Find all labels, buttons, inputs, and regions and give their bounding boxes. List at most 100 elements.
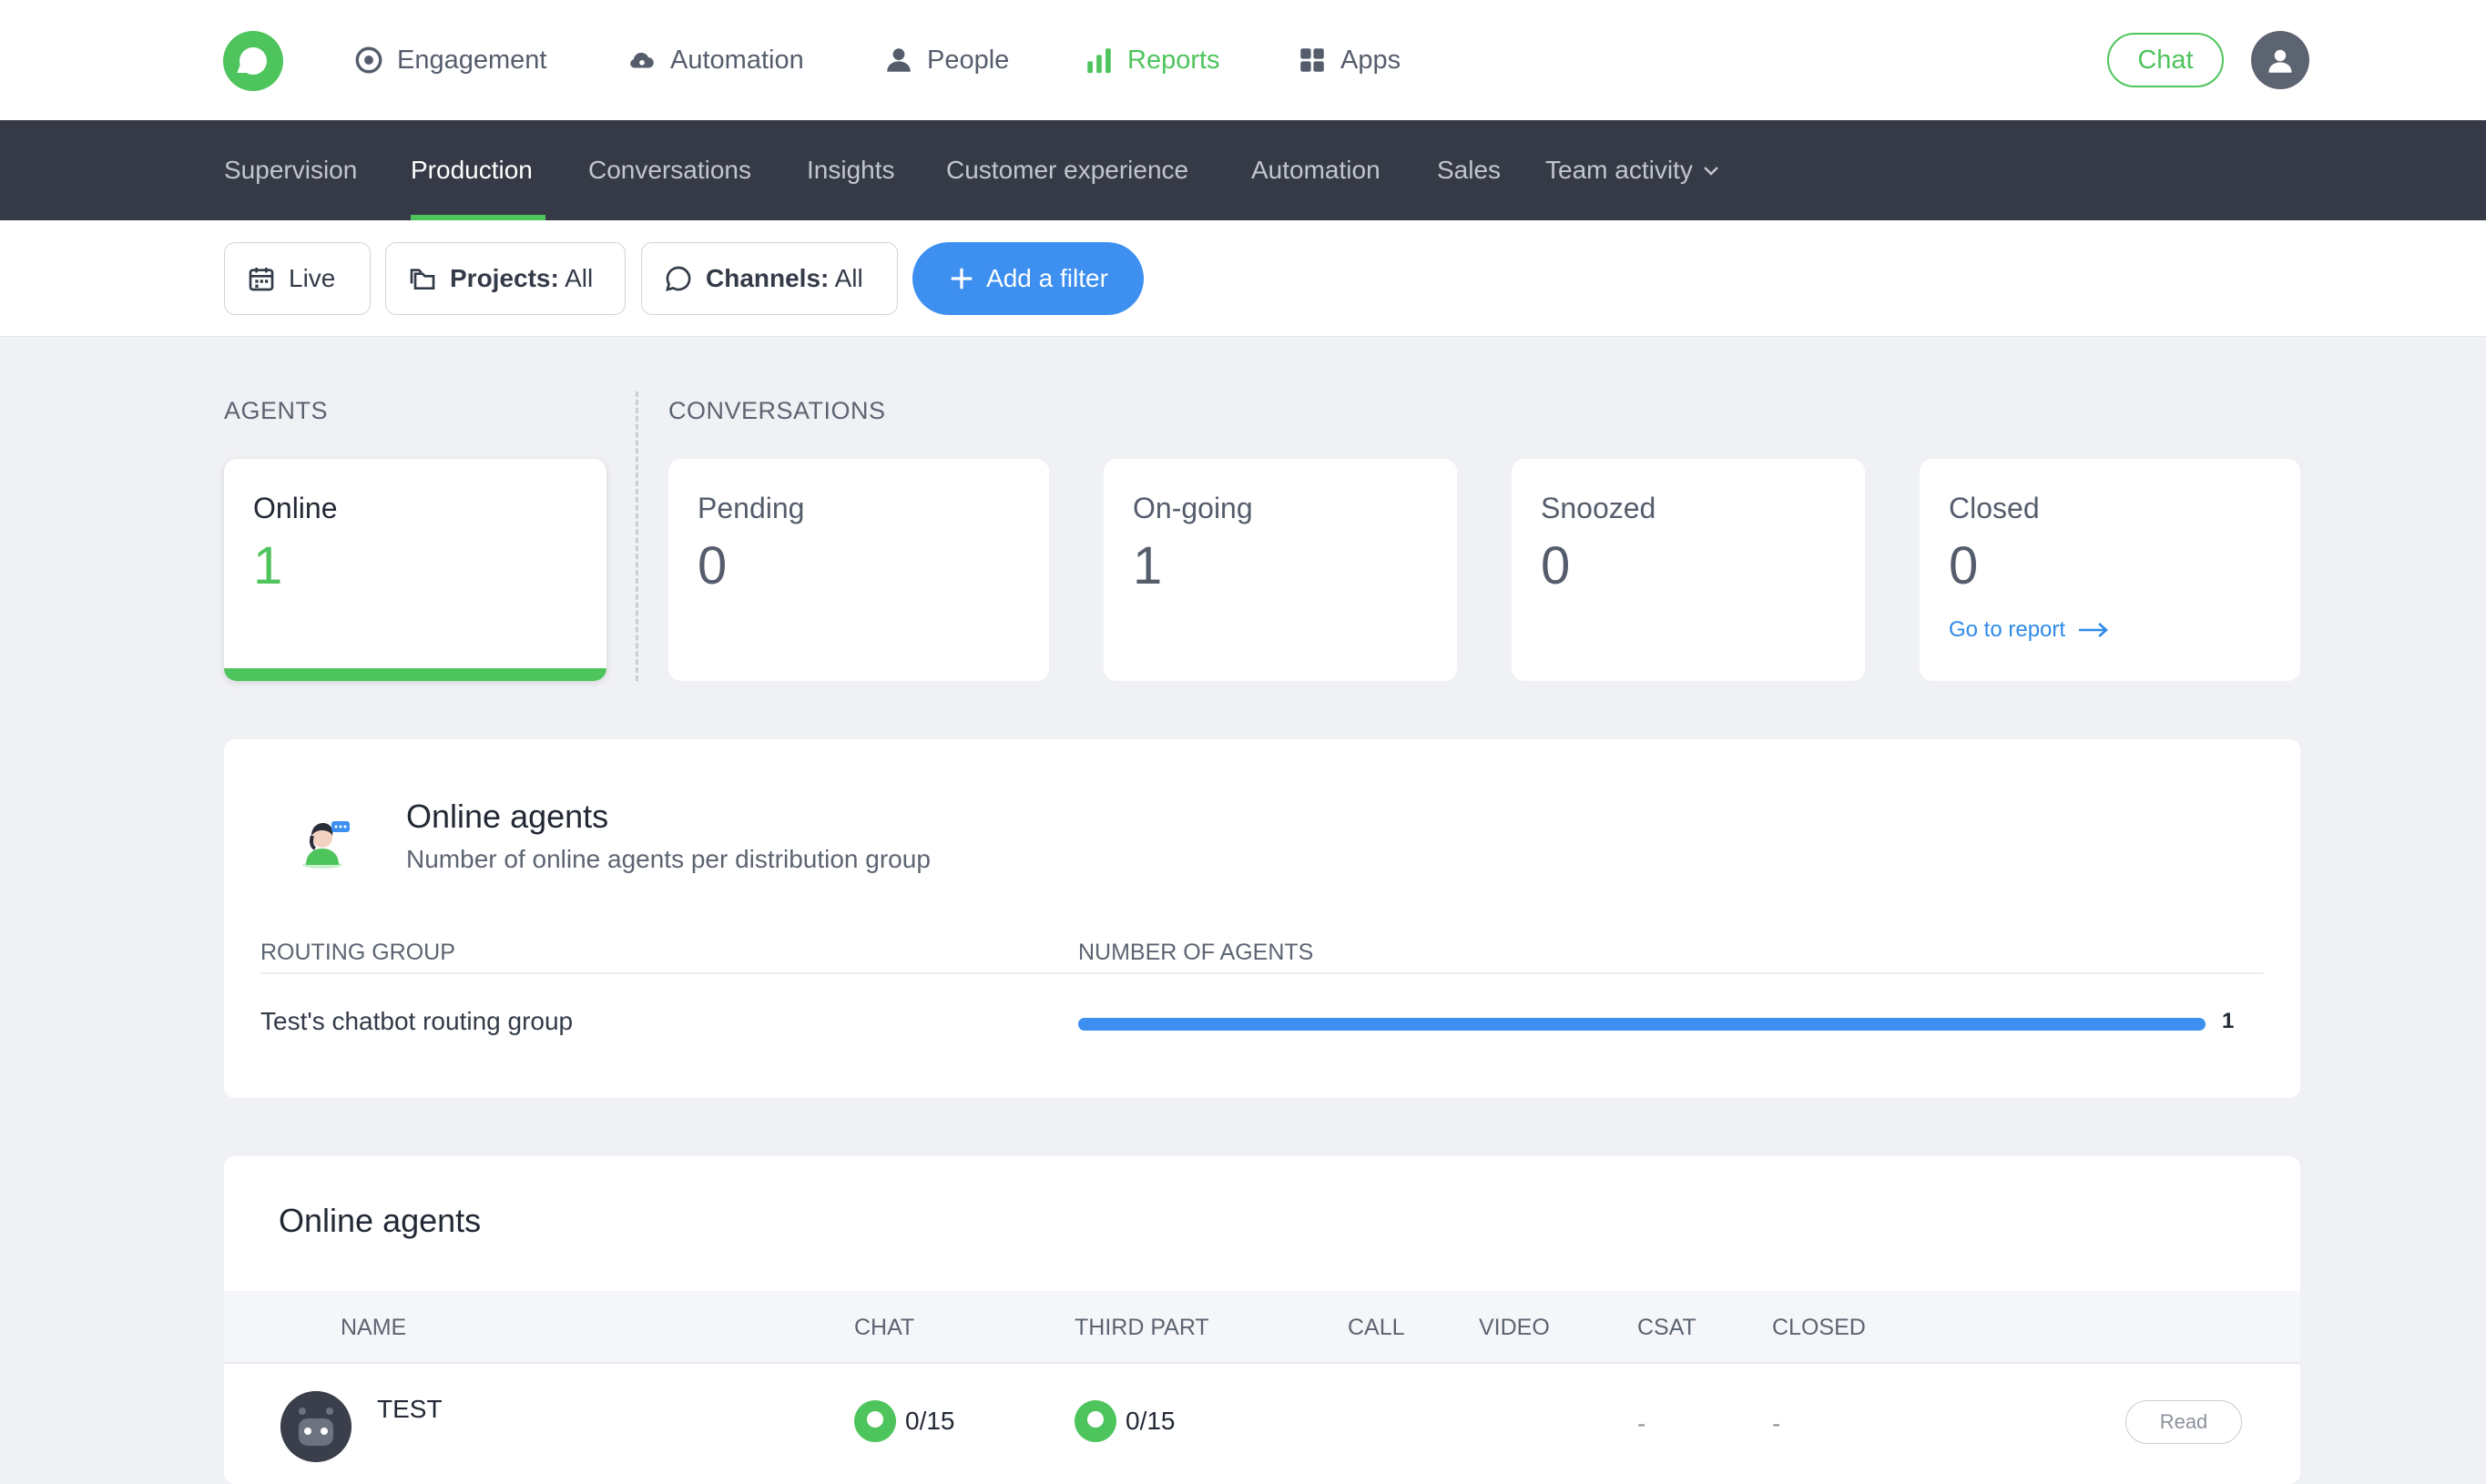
top-navigation-bar: Engagement Automation People Reports App… — [0, 0, 2486, 120]
bot-icon — [280, 1391, 352, 1462]
subnav-insights[interactable]: Insights — [807, 120, 895, 220]
routing-group-name: Test's chatbot routing group — [260, 1007, 574, 1035]
agent-illustration-icon — [302, 821, 350, 869]
nav-reports-label: Reports — [1127, 45, 1220, 75]
ongoing-card[interactable]: On-going 1 — [1104, 459, 1457, 681]
online-agents-table-panel: Online agents NAME CHAT THIRD PART CALL … — [224, 1156, 2300, 1484]
agents-table-title: Online agents — [279, 1202, 482, 1239]
snoozed-card[interactable]: Snoozed 0 — [1512, 459, 1865, 681]
nav-reports[interactable]: Reports — [1084, 0, 1220, 120]
reports-subnav: Supervision Production Conversations Ins… — [0, 120, 2486, 220]
grid-icon — [1300, 48, 1324, 72]
subnav-conversations[interactable]: Conversations — [588, 120, 751, 220]
user-icon — [2268, 49, 2292, 73]
chevron-down-icon — [1703, 167, 1718, 176]
routing-group-header: ROUTING GROUP — [260, 940, 455, 965]
th-call[interactable]: CALL — [1348, 1315, 1405, 1341]
selected-card-indicator — [224, 668, 606, 681]
subnav-team-activity[interactable]: Team activity — [1545, 120, 1722, 220]
subnav-automation[interactable]: Automation — [1251, 120, 1381, 220]
snoozed-card-value: 0 — [1541, 536, 1571, 595]
subnav-customer-experience[interactable]: Customer experience — [946, 120, 1188, 220]
header-divider — [260, 972, 2264, 974]
th-third-party[interactable]: THIRD PART — [1075, 1315, 1209, 1341]
nav-engagement[interactable]: Engagement — [353, 0, 546, 120]
agents-bar-track — [1078, 1018, 2206, 1031]
calendar-icon — [249, 268, 274, 291]
agent-name[interactable]: TEST — [377, 1395, 443, 1424]
online-agents-groups-panel: Online agents Number of online agents pe… — [224, 739, 2300, 1098]
chat-capacity: 0/15 — [854, 1400, 955, 1442]
target-icon — [355, 46, 382, 74]
online-card-value: 1 — [253, 536, 283, 595]
avatar — [280, 1391, 352, 1462]
nav-engagement-label: Engagement — [397, 45, 547, 75]
pending-card-title: Pending — [698, 492, 805, 524]
projects-filter-button[interactable]: Projects: All — [385, 242, 626, 315]
chat-bubble-icon — [666, 266, 691, 291]
subnav-supervision[interactable]: Supervision — [224, 120, 357, 220]
bar-chart-icon — [1087, 48, 1111, 74]
person-icon — [887, 48, 911, 72]
ongoing-card-value: 1 — [1133, 536, 1163, 595]
number-of-agents-header: NUMBER OF AGENTS — [1078, 940, 1314, 965]
closed-card[interactable]: Closed 0 Go to report — [1920, 459, 2300, 681]
add-filter-label: Add a filter — [986, 264, 1108, 292]
live-filter-label: Live — [289, 264, 336, 292]
go-to-report-label: Go to report — [1949, 617, 2066, 642]
th-csat[interactable]: CSAT — [1637, 1315, 1696, 1341]
user-avatar[interactable] — [2251, 31, 2309, 89]
ongoing-card-title: On-going — [1133, 492, 1253, 524]
pending-card[interactable]: Pending 0 — [668, 459, 1049, 681]
online-groups-subtitle: Number of online agents per distribution… — [406, 845, 931, 873]
channels-filter-value: All — [834, 264, 863, 292]
subnav-sales[interactable]: Sales — [1437, 120, 1501, 220]
arrow-right-icon — [2079, 623, 2109, 637]
nav-automation[interactable]: Automation — [627, 0, 804, 120]
chat-button[interactable]: Chat — [2107, 33, 2224, 87]
third-party-capacity-value: 0/15 — [1126, 1407, 1176, 1435]
filter-bar: Live Projects: All Channels: All Add a f… — [0, 220, 2486, 337]
pending-card-value: 0 — [698, 536, 728, 595]
th-name[interactable]: NAME — [341, 1315, 406, 1341]
subnav-team-activity-label: Team activity — [1545, 156, 1693, 184]
closed-value: - — [1772, 1409, 1781, 1438]
agents-table-header: NAME CHAT THIRD PART CALL VIDEO CSAT CLO… — [224, 1291, 2300, 1364]
conversations-section-label: CONVERSATIONS — [668, 397, 886, 424]
nav-people-label: People — [927, 45, 1010, 75]
nav-apps-label: Apps — [1340, 45, 1401, 75]
projects-filter-key: Projects: — [450, 264, 559, 292]
online-agents-card[interactable]: Online 1 — [224, 459, 606, 681]
nav-people[interactable]: People — [883, 0, 1009, 120]
channels-filter-button[interactable]: Channels: All — [641, 242, 898, 315]
online-card-title: Online — [253, 492, 338, 524]
live-filter-button[interactable]: Live — [224, 242, 371, 315]
agents-bar-fill — [1078, 1018, 2206, 1031]
cloud-icon — [630, 52, 654, 68]
online-groups-title: Online agents — [406, 798, 609, 835]
agents-section-label: AGENTS — [224, 397, 329, 424]
closed-card-title: Closed — [1949, 492, 2040, 524]
nav-apps[interactable]: Apps — [1297, 0, 1401, 120]
chat-capacity-value: 0/15 — [905, 1407, 955, 1435]
status-badge[interactable]: Read — [2125, 1400, 2242, 1444]
go-to-report-link[interactable]: Go to report — [1949, 617, 2109, 643]
th-closed[interactable]: CLOSED — [1772, 1315, 1866, 1341]
folders-icon — [410, 269, 435, 290]
th-video[interactable]: VIDEO — [1479, 1315, 1550, 1341]
add-filter-button[interactable]: Add a filter — [912, 242, 1144, 315]
third-party-capacity: 0/15 — [1075, 1400, 1176, 1442]
th-chat[interactable]: CHAT — [854, 1315, 914, 1341]
snoozed-card-title: Snoozed — [1541, 492, 1656, 524]
capacity-status-icon — [854, 1400, 896, 1442]
plus-icon — [951, 268, 973, 290]
subnav-production[interactable]: Production — [411, 120, 533, 220]
channels-filter-key: Channels: — [706, 264, 830, 292]
agents-bar-value: 1 — [2222, 1009, 2235, 1033]
projects-filter-value: All — [565, 264, 594, 292]
capacity-status-icon — [1075, 1400, 1116, 1442]
csat-value: - — [1637, 1409, 1646, 1438]
section-divider — [636, 391, 638, 681]
nav-automation-label: Automation — [670, 45, 804, 75]
closed-card-value: 0 — [1949, 536, 1979, 595]
